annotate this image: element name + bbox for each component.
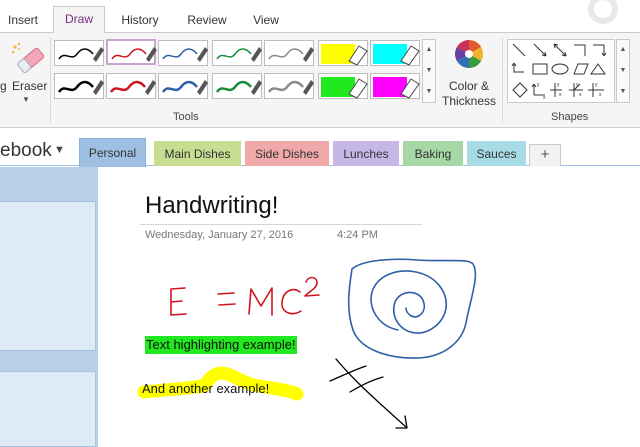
tab-draw[interactable]: Draw [53, 6, 105, 33]
spiral-ink [347, 258, 477, 359]
ink-drawings [170, 258, 477, 429]
section-tab-personal[interactable]: Personal [79, 138, 146, 167]
arrow-ink [329, 358, 408, 429]
formula-ink [170, 276, 320, 316]
